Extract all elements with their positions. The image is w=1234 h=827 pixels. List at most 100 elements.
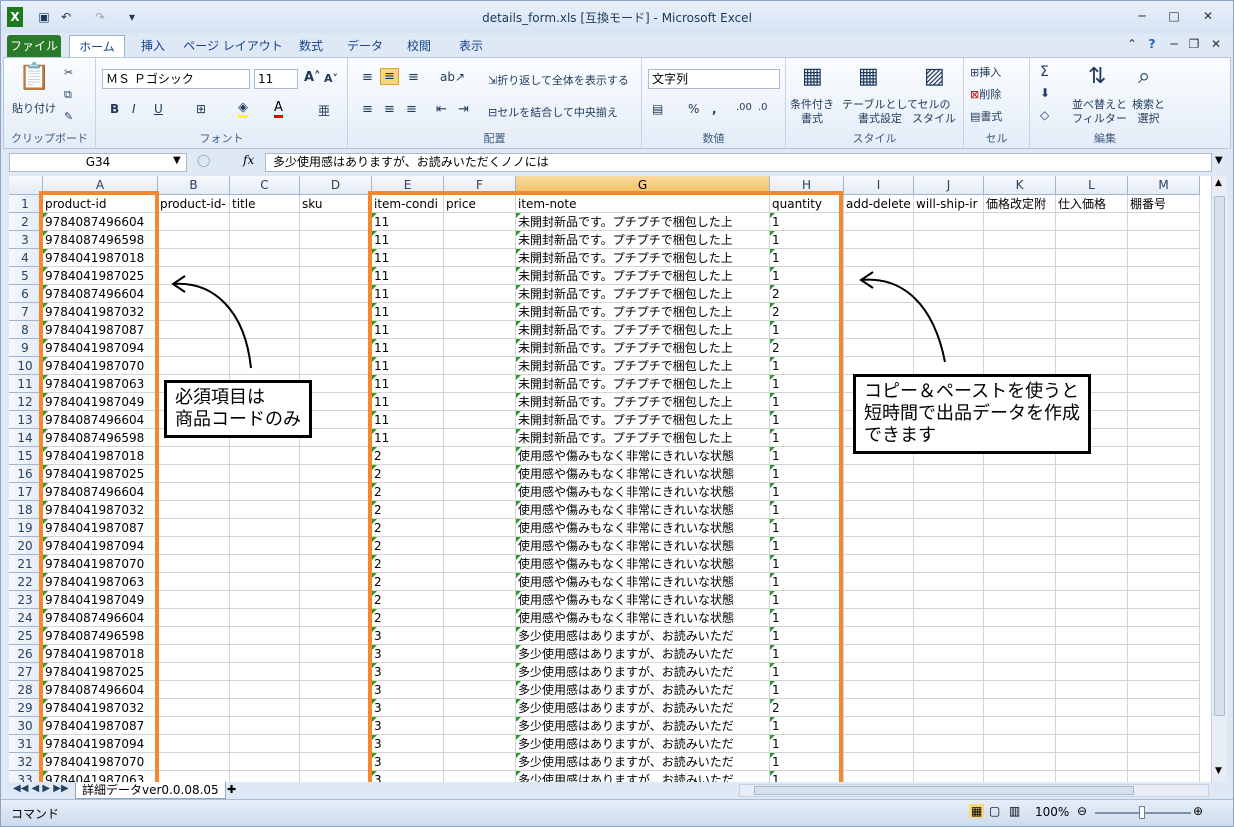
scroll-up-icon[interactable]: ▲	[1215, 178, 1222, 188]
fill-color-icon[interactable]: ◈	[238, 100, 248, 118]
vertical-scroll-thumb[interactable]	[1214, 196, 1225, 716]
formula-expand-chevron-icon[interactable]: ▼	[1215, 155, 1223, 166]
group-label: スタイル	[852, 132, 897, 145]
left-arrow-icon	[172, 282, 252, 369]
horizontal-scroll-thumb[interactable]	[754, 786, 1134, 795]
currency-icon[interactable]: ▤	[652, 102, 663, 116]
formula-input[interactable]: 多少使用感はありますが、お読みいただくノノには	[265, 153, 1212, 172]
italic-icon[interactable]: I	[132, 102, 136, 116]
minimize-icon[interactable]: ─	[1129, 7, 1155, 25]
conditional-format-button[interactable]: 条件付き 書式	[790, 98, 834, 126]
page-break-view-icon[interactable]: ▥	[1009, 804, 1020, 818]
format-table-icon[interactable]: ▦	[858, 64, 879, 89]
wrap-text-button[interactable]: ⇲ 折り返して全体を表示する	[488, 72, 629, 88]
fill-icon[interactable]: ⬇	[1040, 86, 1050, 100]
vertical-scrollbar[interactable]: ▲ ▼	[1211, 176, 1227, 782]
format-table-button[interactable]: テーブルとして 書式設定	[842, 98, 918, 126]
orientation-icon[interactable]: ab↗	[440, 70, 465, 84]
decrease-indent-icon[interactable]: ⇤	[436, 102, 447, 117]
scroll-down-icon[interactable]: ▼	[1215, 766, 1222, 776]
align-left-icon[interactable]: ≡	[362, 102, 373, 117]
formula-expand-icon[interactable]: ◯	[197, 153, 210, 167]
bold-icon[interactable]: B	[110, 102, 119, 116]
group-editing: Σ ⬇ ◇ ⇅ 並べ替えと フィルター ⌕ 検索と 選択 編集	[1030, 58, 1180, 148]
increase-decimal-icon[interactable]: .00	[736, 102, 752, 113]
merge-center-button[interactable]: ⊟ セルを結合して中央揃え	[488, 104, 618, 120]
zoom-slider-thumb[interactable]	[1139, 806, 1145, 819]
maximize-icon[interactable]: □	[1161, 7, 1187, 25]
cut-icon[interactable]: ✂	[64, 66, 73, 79]
font-size-combo[interactable]: 11	[254, 69, 298, 89]
align-right-icon[interactable]: ≡	[406, 102, 417, 117]
phonetic-icon[interactable]: 亜	[318, 102, 330, 119]
font-color-icon[interactable]: A	[274, 100, 283, 118]
page-layout-view-icon[interactable]: ▢	[989, 804, 1000, 818]
shrink-font-icon[interactable]: A˅	[324, 72, 338, 85]
tab-page-layout[interactable]: ページ レイアウト	[181, 35, 285, 57]
paste-icon[interactable]: 📋	[18, 62, 50, 92]
group-clipboard: 📋 貼り付け ✂ ⧉ ✎ クリップボード	[4, 58, 96, 148]
font-name-combo[interactable]: ＭＳ Ｐゴシック	[102, 69, 250, 89]
horizontal-scrollbar[interactable]	[739, 784, 1209, 797]
group-label: 配置	[483, 132, 506, 145]
name-box[interactable]: G34	[9, 153, 187, 172]
tab-insert[interactable]: 挿入	[131, 35, 175, 57]
insert-cells-button[interactable]: ⊞ 挿入	[970, 64, 1001, 80]
window-title: details_form.xls [互換モード] - Microsoft Exc…	[482, 11, 752, 25]
find-select-icon[interactable]: ⌕	[1138, 64, 1150, 89]
insert-sheet-icon[interactable]: ✚	[227, 783, 236, 796]
underline-icon[interactable]: U	[154, 102, 163, 116]
ribbon-tabs: ファイル ホーム 挿入 ページ レイアウト 数式 データ 校閲 表示 ⌃ ? ─…	[1, 33, 1233, 57]
cell-styles-button[interactable]: セルの スタイル	[912, 98, 956, 126]
name-box-dropdown-icon[interactable]: ▼	[173, 155, 181, 166]
zoom-in-icon[interactable]: ⊕	[1193, 804, 1203, 818]
group-label: セル	[985, 132, 1008, 145]
sheet-nav-icons[interactable]: ◀◀ ◀ ▶ ▶▶	[13, 783, 69, 794]
sort-filter-button[interactable]: 並べ替えと フィルター	[1072, 98, 1127, 126]
tab-data[interactable]: データ	[341, 35, 389, 57]
group-alignment: ≡ ≡ ≡ ab↗ ⇲ 折り返して全体を表示する ≡ ≡ ≡ ⇤ ⇥ ⊟ セルを…	[348, 58, 642, 148]
find-select-button[interactable]: 検索と 選択	[1132, 98, 1165, 126]
delete-cells-button[interactable]: ⊠ 削除	[970, 86, 1001, 102]
align-middle-icon[interactable]: ≡	[380, 68, 399, 85]
delete-icon: ⊠	[970, 88, 980, 101]
comma-icon[interactable]: ,	[712, 102, 717, 116]
decrease-decimal-icon[interactable]: .0	[758, 102, 768, 113]
tab-review[interactable]: 校閲	[397, 35, 441, 57]
sort-filter-icon[interactable]: ⇅	[1088, 64, 1106, 89]
callout-line: 短時間で出品データを作成	[864, 403, 1080, 424]
insert-function-icon[interactable]: fx	[243, 153, 263, 167]
annotation-arrows	[171, 271, 946, 369]
copy-icon[interactable]: ⧉	[64, 88, 72, 102]
align-center-icon[interactable]: ≡	[384, 102, 395, 117]
clear-icon[interactable]: ◇	[1040, 108, 1049, 122]
worksheet-grid[interactable]: ABCDEFGHIJKLM 1 product-id product-id-titl…	[9, 176, 1211, 782]
group-number: 文字列 ▤ % , .00 .0 数値	[642, 58, 786, 148]
autosum-icon[interactable]: Σ	[1040, 64, 1049, 80]
normal-view-icon[interactable]: ▦	[969, 804, 985, 818]
paste-button[interactable]: 貼り付け	[12, 100, 56, 116]
align-top-icon[interactable]: ≡	[362, 70, 373, 85]
doc-close-icon[interactable]: ✕	[1203, 35, 1229, 53]
borders-icon[interactable]: ⊞	[196, 102, 206, 116]
sheet-tab-details[interactable]: 詳細データver0.0.08.05	[75, 782, 226, 799]
zoom-out-icon[interactable]: ⊖	[1077, 804, 1087, 818]
insert-icon: ⊞	[970, 66, 980, 79]
number-format-combo[interactable]: 文字列	[648, 69, 780, 89]
increase-indent-icon[interactable]: ⇥	[458, 102, 469, 117]
align-bottom-icon[interactable]: ≡	[408, 70, 419, 85]
insert-label: 挿入	[979, 66, 1002, 79]
tab-formulas[interactable]: 数式	[291, 35, 331, 57]
conditional-format-icon[interactable]: ▦	[802, 64, 823, 89]
grow-font-icon[interactable]: A˄	[304, 70, 321, 85]
cell-styles-icon[interactable]: ▨	[924, 64, 945, 89]
tab-view[interactable]: 表示	[449, 35, 493, 57]
tab-file[interactable]: ファイル	[7, 35, 61, 57]
tab-home[interactable]: ホーム	[69, 35, 125, 57]
close-icon[interactable]: ✕	[1195, 7, 1221, 25]
delete-label: 削除	[979, 88, 1002, 101]
zoom-level[interactable]: 100%	[1035, 805, 1069, 819]
percent-icon[interactable]: %	[688, 102, 699, 116]
format-cells-button[interactable]: ▤ 書式	[970, 108, 1002, 124]
format-painter-icon[interactable]: ✎	[64, 110, 73, 123]
